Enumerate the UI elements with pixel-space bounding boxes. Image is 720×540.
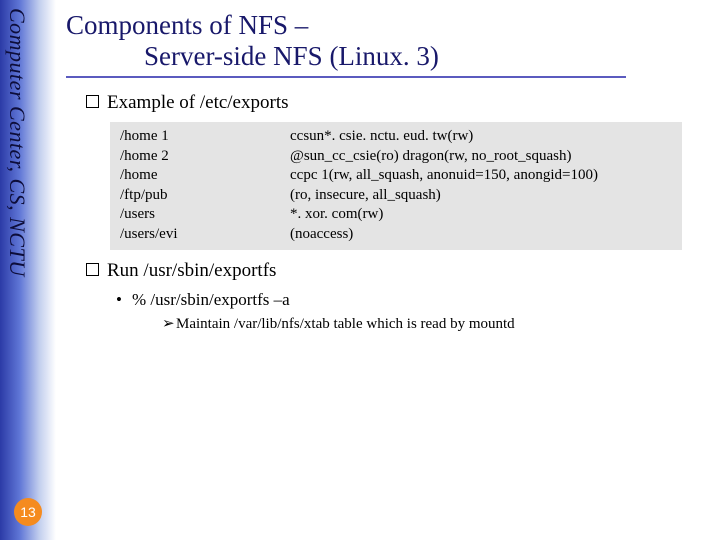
export-path: /home 2 [120,147,290,167]
slide-content: Components of NFS – Server-side NFS (Lin… [66,10,708,333]
export-path: /ftp/pub [120,186,290,206]
sidebar-affiliation: Computer Center, CS, NCTU [4,8,30,277]
export-opts: @sun_cc_csie(ro) dragon(rw, no_root_squa… [290,147,672,167]
bullet-example-exports: Example of /etc/exports [86,92,708,114]
export-opts: ccsun*. csie. nctu. eud. tw(rw) [290,127,672,147]
export-path: /users/evi [120,225,290,245]
slide-title: Components of NFS – Server-side NFS (Lin… [66,10,708,72]
exports-code-block: /home 1 ccsun*. csie. nctu. eud. tw(rw) … [110,122,682,250]
export-path: /home 1 [120,127,290,147]
square-bullet-icon [86,263,99,276]
exports-row: /ftp/pub (ro, insecure, all_squash) [120,186,672,206]
page-number-badge: 13 [14,498,42,526]
export-opts: ccpc 1(rw, all_squash, anonuid=150, anon… [290,166,672,186]
exports-row: /home ccpc 1(rw, all_squash, anonuid=150… [120,166,672,186]
title-underline [66,76,626,78]
dot-bullet-icon: • [116,290,132,310]
export-path: /users [120,205,290,225]
title-line-2: Server-side NFS (Linux. 3) [66,41,708,72]
export-opts: (noaccess) [290,225,672,245]
bullet-text: Example of /etc/exports [107,92,289,113]
sub-bullet-text: % /usr/sbin/exportfs –a [132,290,290,309]
bullet-text: Run /usr/sbin/exportfs [107,260,276,281]
sub-sub-text: Maintain /var/lib/nfs/xtab table which i… [176,316,515,332]
exports-row: /home 2 @sun_cc_csie(ro) dragon(rw, no_r… [120,147,672,167]
export-path: /home [120,166,290,186]
exports-row: /users/evi (noaccess) [120,225,672,245]
exports-row: /users *. xor. com(rw) [120,205,672,225]
square-bullet-icon [86,95,99,108]
export-opts: (ro, insecure, all_squash) [290,186,672,206]
sub-bullet-command: •% /usr/sbin/exportfs –a [116,290,708,310]
arrow-bullet-icon: ➢ [162,314,176,333]
title-line-1: Components of NFS – [66,10,708,41]
exports-row: /home 1 ccsun*. csie. nctu. eud. tw(rw) [120,127,672,147]
export-opts: *. xor. com(rw) [290,205,672,225]
bullet-run-exportfs: Run /usr/sbin/exportfs [86,260,708,282]
sub-sub-bullet-note: ➢Maintain /var/lib/nfs/xtab table which … [162,314,708,333]
